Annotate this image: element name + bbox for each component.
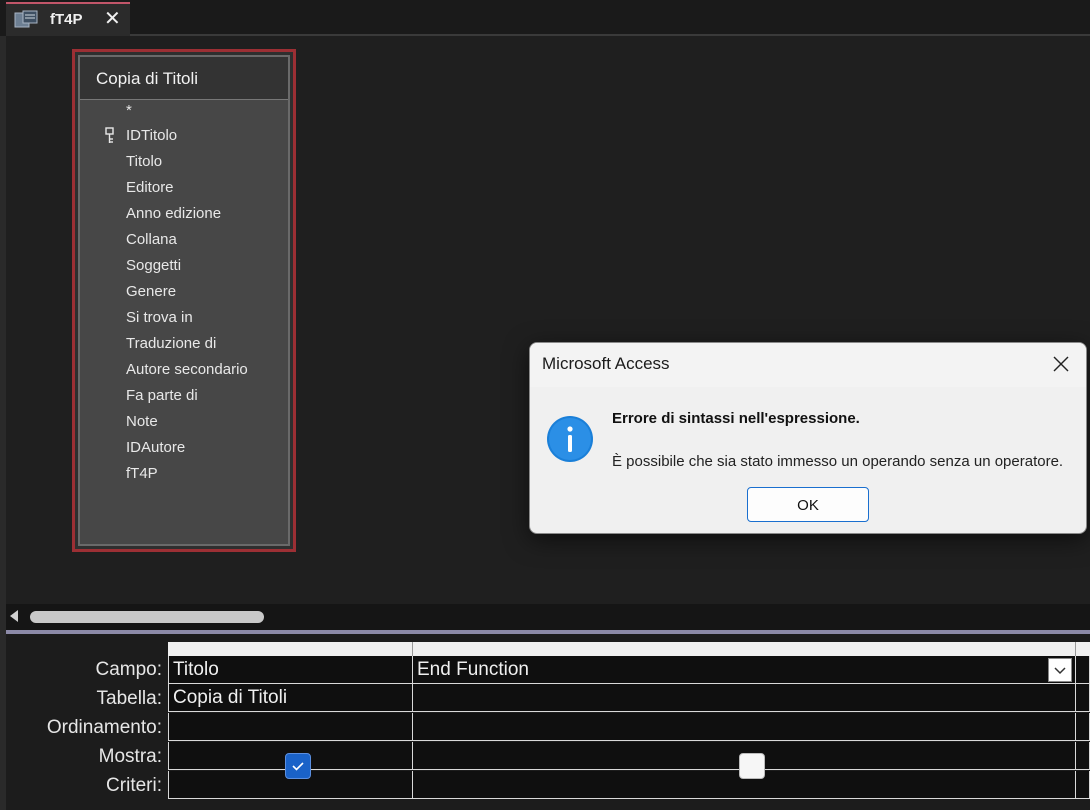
primary-key-icon (105, 127, 114, 143)
field-item[interactable]: Collana (80, 227, 288, 253)
checkmark-icon (292, 762, 304, 771)
horizontal-scrollbar[interactable] (6, 604, 1090, 630)
cell-ordinamento-3[interactable] (1076, 713, 1090, 741)
row-label-ordinamento: Ordinamento: (46, 717, 162, 738)
field-item[interactable]: Soggetti (80, 253, 288, 279)
field-label: Traduzione di (126, 335, 217, 352)
cell-tabella-3[interactable] (1076, 684, 1090, 712)
field-item[interactable]: Si trova in (80, 305, 288, 331)
row-label-campo: Campo: (95, 659, 162, 680)
show-checkbox-1[interactable] (285, 753, 311, 779)
field-label: Autore secondario (126, 361, 248, 378)
field-label: IDAutore (126, 439, 186, 456)
info-icon (547, 416, 593, 462)
cell-ordinamento-2[interactable] (413, 713, 1076, 741)
field-label: Note (126, 413, 158, 430)
row-label-mostra: Mostra: (98, 746, 162, 767)
field-item[interactable]: Fa parte di (80, 383, 288, 409)
cell-mostra-3[interactable] (1076, 742, 1090, 770)
field-item[interactable]: * (80, 101, 288, 123)
field-item[interactable]: IDAutore (80, 435, 288, 461)
close-icon[interactable] (1046, 349, 1076, 379)
dialog-title: Microsoft Access (542, 354, 670, 373)
column-selector-2[interactable] (413, 642, 1076, 656)
field-label: IDTitolo (126, 127, 178, 144)
tab-ft4p[interactable]: fT4P ✕ (6, 2, 130, 36)
cell-campo-3[interactable] (1076, 656, 1090, 684)
row-label-tabella: Tabella: (96, 688, 163, 709)
dialog-heading: Errore di sintassi nell'espressione. (612, 410, 860, 427)
field-label: Fa parte di (126, 387, 198, 404)
field-label: fT4P (126, 465, 158, 482)
close-icon[interactable]: ✕ (104, 7, 121, 31)
field-item[interactable]: IDTitolo (80, 123, 288, 149)
field-item[interactable]: Note (80, 409, 288, 435)
field-label: * (126, 102, 132, 119)
chevron-down-icon (1054, 667, 1066, 675)
cell-campo-1[interactable]: Titolo (168, 656, 413, 684)
field-label: Genere (126, 283, 177, 300)
field-label: Si trova in (126, 309, 193, 326)
field-item[interactable]: fT4P (80, 461, 288, 487)
field-label: Anno edizione (126, 205, 222, 222)
scrollbar-thumb[interactable] (30, 611, 264, 623)
field-dropdown-button[interactable] (1048, 658, 1072, 682)
query-design-icon (14, 10, 38, 28)
field-item[interactable]: Autore secondario (80, 357, 288, 383)
table-title-bar[interactable]: Copia di Titoli (80, 57, 288, 100)
dialog-titlebar[interactable]: Microsoft Access (530, 343, 1086, 387)
field-item[interactable]: Editore (80, 175, 288, 201)
table-field-list-body: Copia di Titoli * IDTitolo Titolo Editore An… (78, 55, 290, 546)
ok-button[interactable]: OK (747, 487, 869, 522)
query-grid-columns: Titolo Copia di Titoli End Function (168, 642, 1090, 810)
table-field-list-copia-di-titoli[interactable]: Copia di Titoli * IDTitolo Titolo Editore An… (72, 49, 296, 552)
cell-ordinamento-1[interactable] (168, 713, 413, 741)
error-dialog: Microsoft Access Errore di sintassi nell… (529, 342, 1087, 534)
cell-criteri-3[interactable] (1076, 771, 1090, 799)
dialog-message: È possibile che sia stato immesso un ope… (612, 453, 1064, 470)
field-label: Collana (126, 231, 177, 248)
field-list: * IDTitolo Titolo Editore Anno edizione Colla… (80, 101, 288, 487)
field-label: Editore (126, 179, 174, 196)
field-item[interactable]: Titolo (80, 149, 288, 175)
cell-tabella-1[interactable]: Copia di Titoli (168, 684, 413, 712)
table-title: Copia di Titoli (96, 69, 199, 88)
tab-label: fT4P (50, 11, 83, 28)
scroll-left-arrow-icon[interactable] (10, 610, 18, 622)
cell-tabella-2[interactable] (413, 684, 1076, 712)
field-label: Soggetti (126, 257, 182, 274)
field-item[interactable]: Genere (80, 279, 288, 305)
cell-campo-2[interactable]: End Function (413, 656, 1076, 684)
column-selector-3[interactable] (1076, 642, 1090, 656)
field-label: Titolo (126, 153, 163, 170)
document-tab-strip: fT4P ✕ (0, 0, 1090, 36)
field-item[interactable]: Anno edizione (80, 201, 288, 227)
query-grid: Campo: Tabella: Ordinamento: Mostra: Cri… (6, 634, 1090, 810)
field-item[interactable]: Traduzione di (80, 331, 288, 357)
cell-campo-2-text: End Function (417, 659, 529, 680)
column-selector-1[interactable] (168, 642, 413, 656)
show-checkbox-2[interactable] (739, 753, 765, 779)
row-label-criteri: Criteri: (106, 775, 162, 796)
